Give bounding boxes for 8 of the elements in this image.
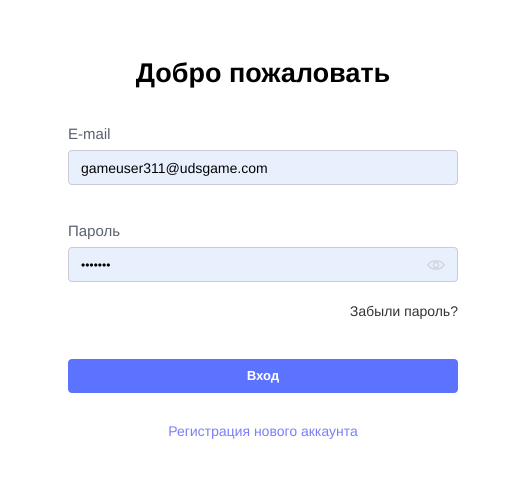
field-label: E-mail	[68, 126, 111, 144]
page-title: Добро пожаловать	[136, 57, 390, 90]
login-button[interactable]: Вход	[68, 359, 458, 393]
eye-icon[interactable]	[427, 258, 445, 272]
password-field[interactable]: •••••••	[68, 247, 458, 282]
forgot-password-link[interactable]: Забыли пароль?	[350, 302, 458, 320]
email-field[interactable]: gameuser311@udsgame.com	[68, 150, 458, 185]
field-label: Пароль	[68, 223, 120, 241]
